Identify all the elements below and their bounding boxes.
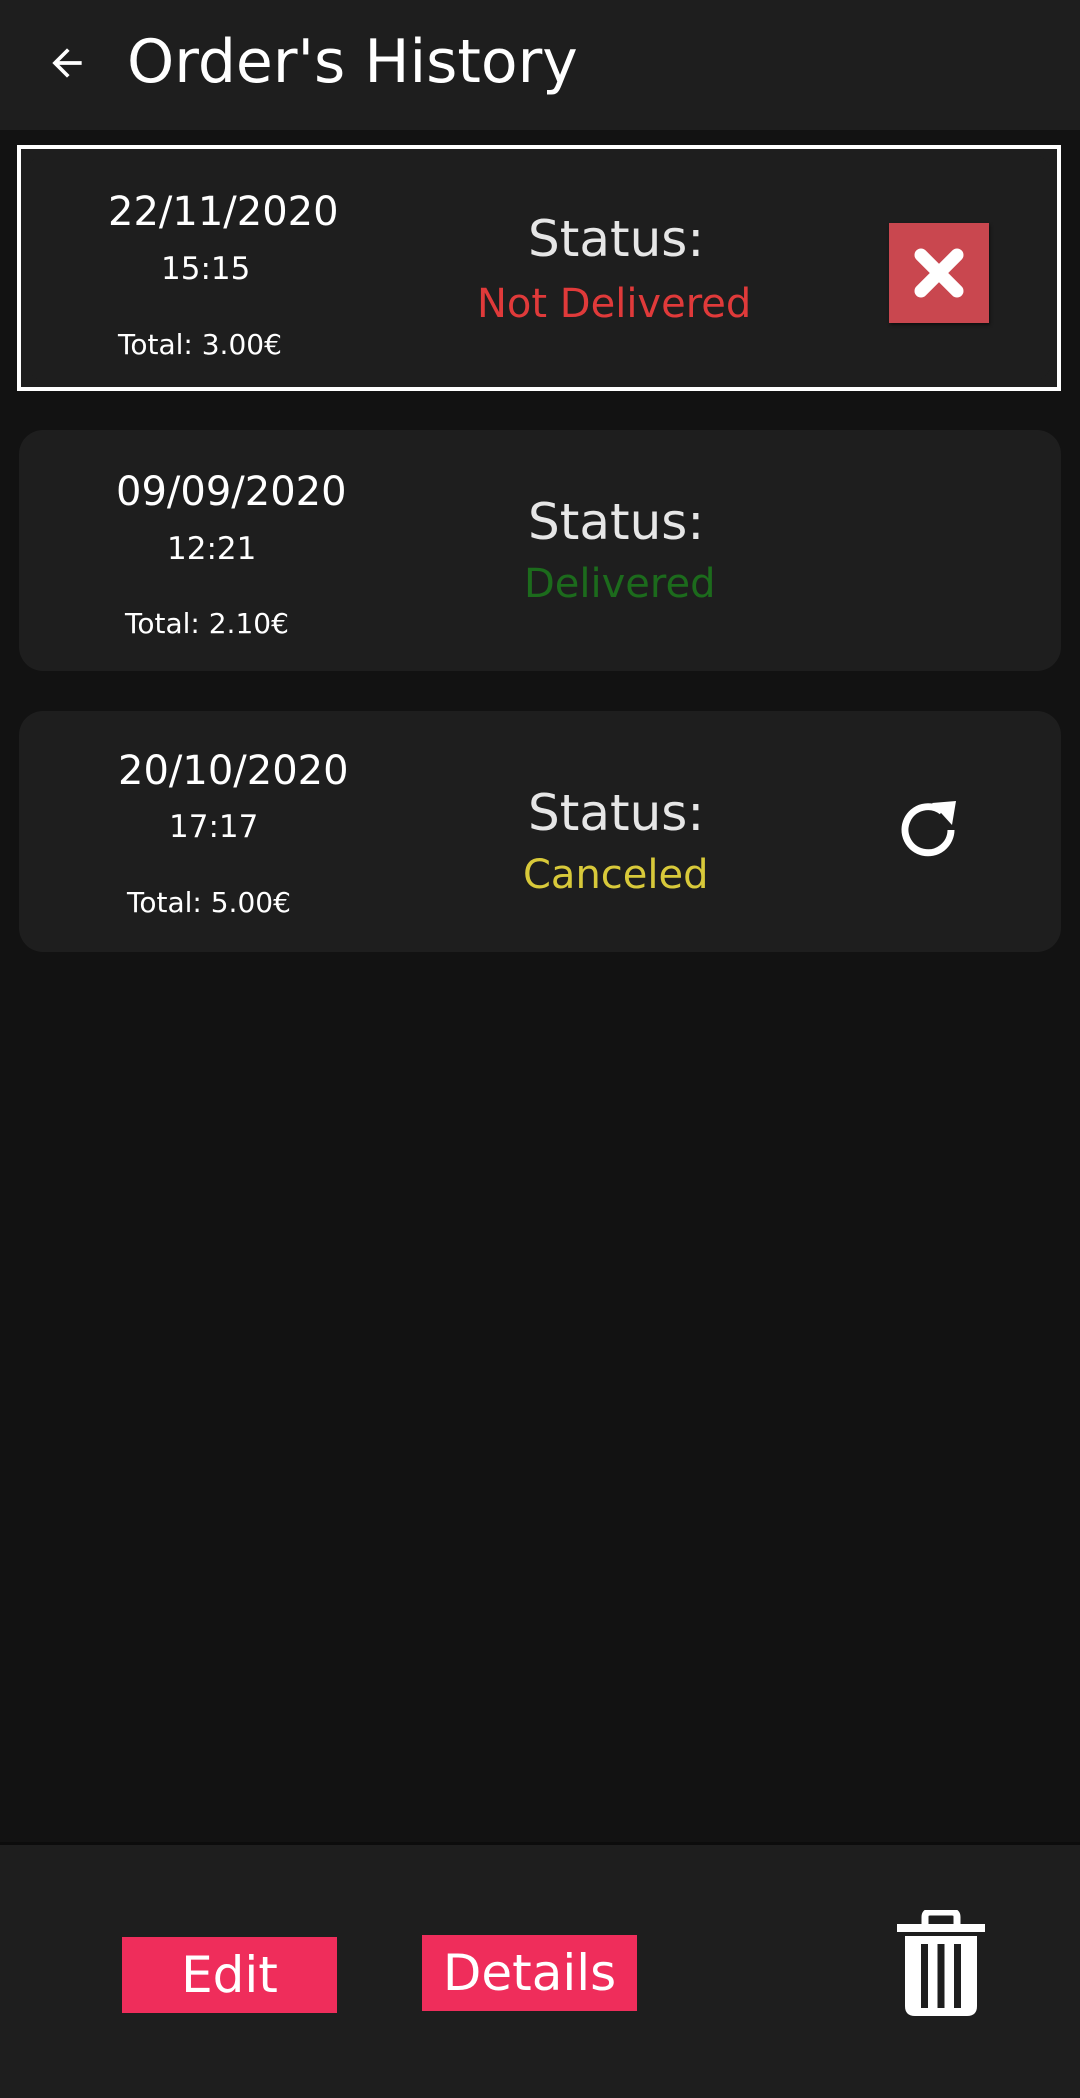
order-total: Total: 2.10€	[125, 607, 289, 640]
page-title: Order's History	[127, 27, 578, 97]
order-total: Total: 3.00€	[118, 328, 282, 361]
order-card[interactable]: 20/10/2020 17:17 Total: 5.00€ Status: Ca…	[19, 711, 1061, 952]
order-status: Delivered	[524, 561, 716, 607]
status-label: Status:	[528, 784, 705, 842]
order-date: 09/09/2020	[116, 469, 347, 515]
bottom-action-bar: Edit Details	[0, 1842, 1080, 2098]
back-button[interactable]	[38, 30, 96, 96]
order-history-screen: Order's History 22/11/2020 15:15 Total: …	[0, 0, 1080, 2098]
cancel-order-button[interactable]	[889, 223, 989, 323]
refresh-icon	[901, 801, 956, 857]
order-time: 17:17	[169, 809, 259, 845]
edit-button[interactable]: Edit	[122, 1937, 337, 2013]
reorder-button[interactable]	[892, 794, 964, 866]
order-total: Total: 5.00€	[127, 886, 291, 919]
details-button[interactable]: Details	[422, 1935, 637, 2011]
arrow-left-icon	[52, 48, 82, 78]
order-time: 12:21	[167, 531, 257, 567]
order-status: Canceled	[523, 852, 709, 898]
order-date: 22/11/2020	[108, 189, 339, 235]
order-date: 20/10/2020	[118, 748, 349, 794]
order-card[interactable]: 22/11/2020 15:15 Total: 3.00€ Status: No…	[17, 145, 1061, 391]
close-icon	[914, 248, 964, 298]
app-bar: Order's History	[0, 0, 1080, 130]
trash-icon	[897, 1908, 985, 2016]
status-label: Status:	[528, 210, 705, 268]
order-time: 15:15	[161, 251, 251, 287]
order-card[interactable]: 09/09/2020 12:21 Total: 2.10€ Status: De…	[19, 430, 1061, 671]
order-status: Not Delivered	[477, 281, 752, 327]
delete-button[interactable]	[895, 1908, 987, 2018]
status-label: Status:	[528, 493, 705, 551]
